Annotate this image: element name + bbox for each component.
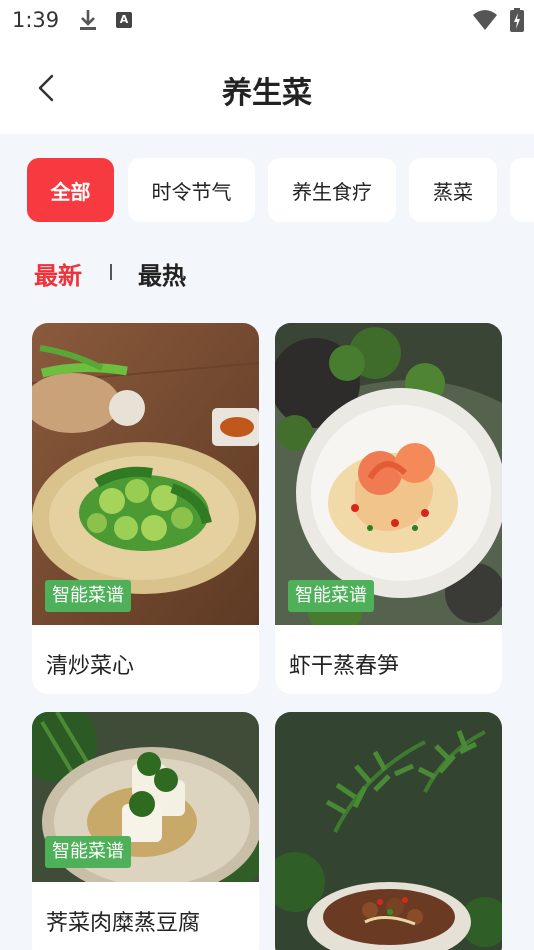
page-title: 养生菜 (222, 76, 312, 111)
wifi-icon (473, 10, 497, 30)
header-bar: 养生菜 (0, 42, 534, 134)
sort-hot-tab[interactable]: 最热 (138, 256, 186, 291)
category-chip-steamed[interactable]: 蒸菜 (409, 158, 497, 222)
smart-recipe-badge: 智能菜谱 (288, 580, 374, 612)
status-time: 1:39 (12, 8, 60, 32)
smart-recipe-badge: 智能菜谱 (45, 836, 131, 868)
recipe-card[interactable]: 智能菜谱 荠菜肉糜蒸豆腐 (32, 712, 259, 950)
recipe-card[interactable] (275, 712, 502, 950)
recipe-card[interactable]: 智能菜谱 虾干蒸春笋 (275, 323, 502, 694)
status-bar: 1:39 A (0, 0, 534, 42)
battery-icon (510, 8, 524, 32)
recipe-title: 荠菜肉糜蒸豆腐 (46, 911, 201, 936)
category-tabs: 全部 时令节气 养生食疗 蒸菜 (0, 158, 534, 224)
recipe-image-beef-dish (275, 712, 502, 950)
a-icon: A (116, 12, 132, 28)
category-chip-more[interactable] (510, 158, 534, 222)
sort-newest-tab[interactable]: 最新 (34, 256, 82, 291)
sort-divider (110, 264, 112, 280)
recipe-card[interactable]: 智能菜谱 清炒菜心 (32, 323, 259, 694)
recipe-title: 清炒菜心 (46, 654, 135, 679)
sort-tabs: 最新 最热 (0, 250, 534, 294)
recipe-title: 虾干蒸春笋 (289, 654, 400, 679)
category-chip-seasonal[interactable]: 时令节气 (128, 158, 255, 222)
smart-recipe-badge: 智能菜谱 (45, 580, 131, 612)
download-icon (80, 10, 96, 30)
category-chip-therapy[interactable]: 养生食疗 (268, 158, 396, 222)
category-chip-all[interactable]: 全部 (27, 158, 114, 222)
